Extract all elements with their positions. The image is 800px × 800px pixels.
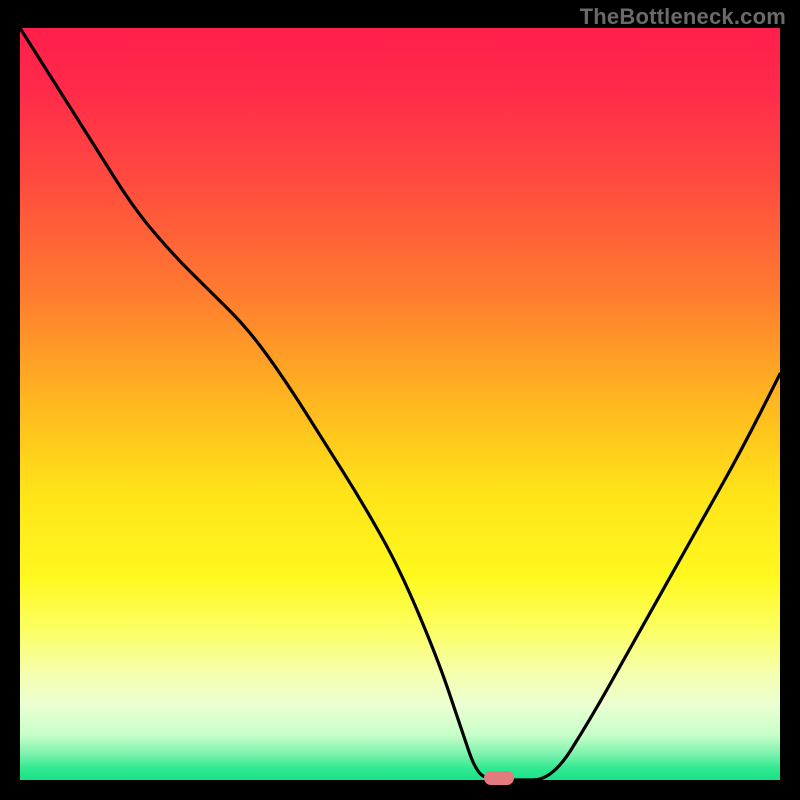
plot-area: [20, 28, 780, 780]
watermark-text: TheBottleneck.com: [580, 4, 786, 30]
chart-frame: TheBottleneck.com: [0, 0, 800, 800]
optimal-marker: [484, 771, 514, 785]
bottleneck-curve: [20, 28, 780, 780]
